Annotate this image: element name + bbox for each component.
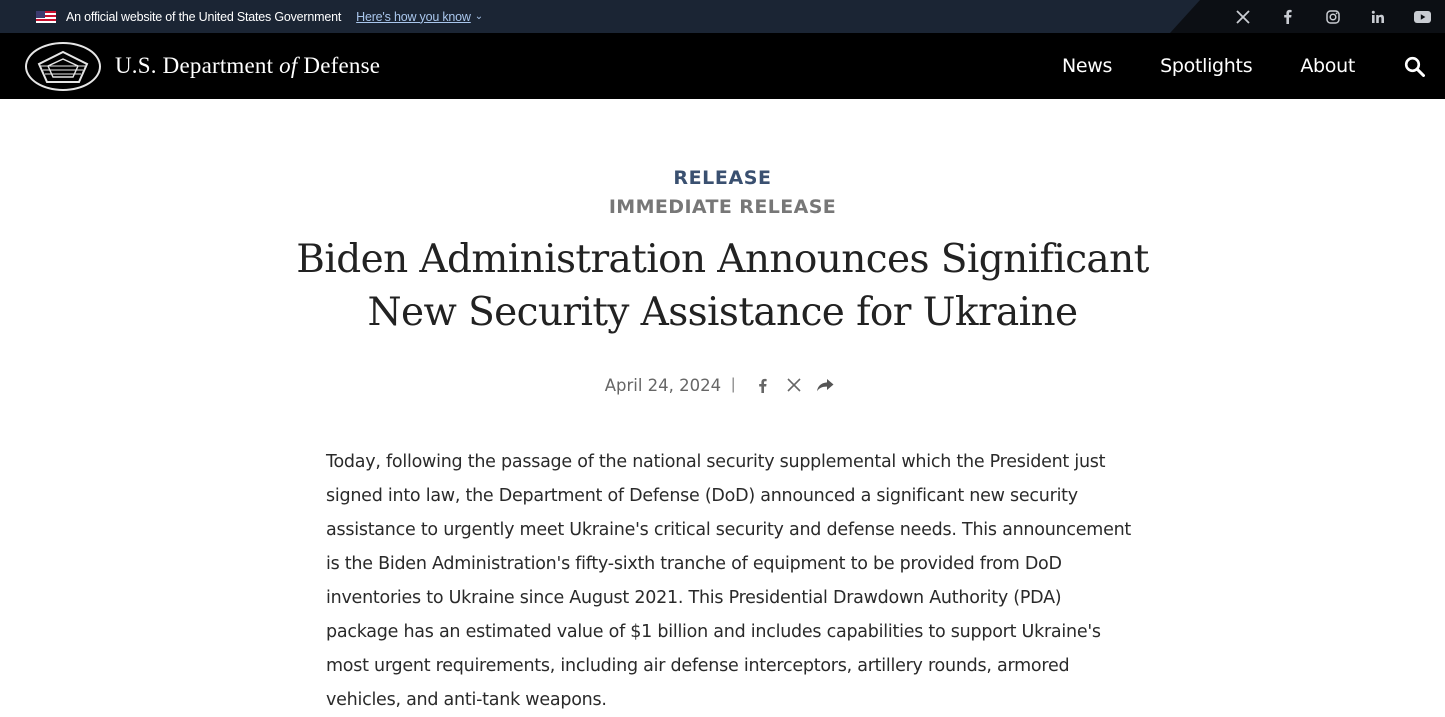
facebook-icon[interactable]: [1265, 9, 1310, 24]
nav-item-spotlights[interactable]: Spotlights: [1160, 55, 1253, 77]
site-name-of: of: [279, 53, 298, 78]
facebook-icon[interactable]: [747, 378, 778, 393]
gov-banner-text: An official website of the United States…: [66, 9, 342, 24]
site-header: U.S. Department of Defense News Spotligh…: [0, 33, 1445, 99]
share-bar: [747, 378, 840, 393]
pentagon-seal-logo[interactable]: [25, 42, 101, 91]
linkedin-icon[interactable]: [1355, 10, 1400, 24]
site-name[interactable]: U.S. Department of Defense: [115, 53, 380, 79]
us-flag-icon: [36, 10, 56, 23]
x-icon[interactable]: [1220, 9, 1265, 24]
x-icon[interactable]: [778, 378, 809, 392]
meta-separator: |: [731, 376, 736, 393]
nav-item-about[interactable]: About: [1300, 55, 1355, 77]
site-name-suffix: Defense: [303, 53, 381, 78]
heres-how-you-know-link[interactable]: Here's how you know: [356, 10, 471, 24]
gov-banner: An official website of the United States…: [0, 0, 1445, 33]
site-name-prefix: U.S. Department: [115, 53, 274, 78]
article-subkicker: IMMEDIATE RELEASE: [608, 196, 837, 218]
article-title: Biden Administration Announces Significa…: [296, 237, 1149, 335]
article-date: April 24, 2024: [604, 375, 722, 395]
main-nav: News Spotlights About: [1062, 33, 1445, 99]
nav-item-news[interactable]: News: [1062, 55, 1112, 77]
gov-banner-left: An official website of the United States…: [36, 0, 483, 33]
instagram-icon[interactable]: [1310, 9, 1355, 24]
share-icon[interactable]: [809, 378, 840, 392]
youtube-icon[interactable]: [1400, 10, 1445, 23]
article-kicker: RELEASE: [673, 167, 772, 189]
article-body: Today, following the passage of the nati…: [326, 452, 1132, 710]
chevron-down-icon[interactable]: ⌄: [475, 11, 483, 22]
search-icon[interactable]: [1403, 55, 1425, 77]
social-strip: [1170, 0, 1445, 33]
article-meta: April 24, 2024 |: [0, 373, 1445, 397]
